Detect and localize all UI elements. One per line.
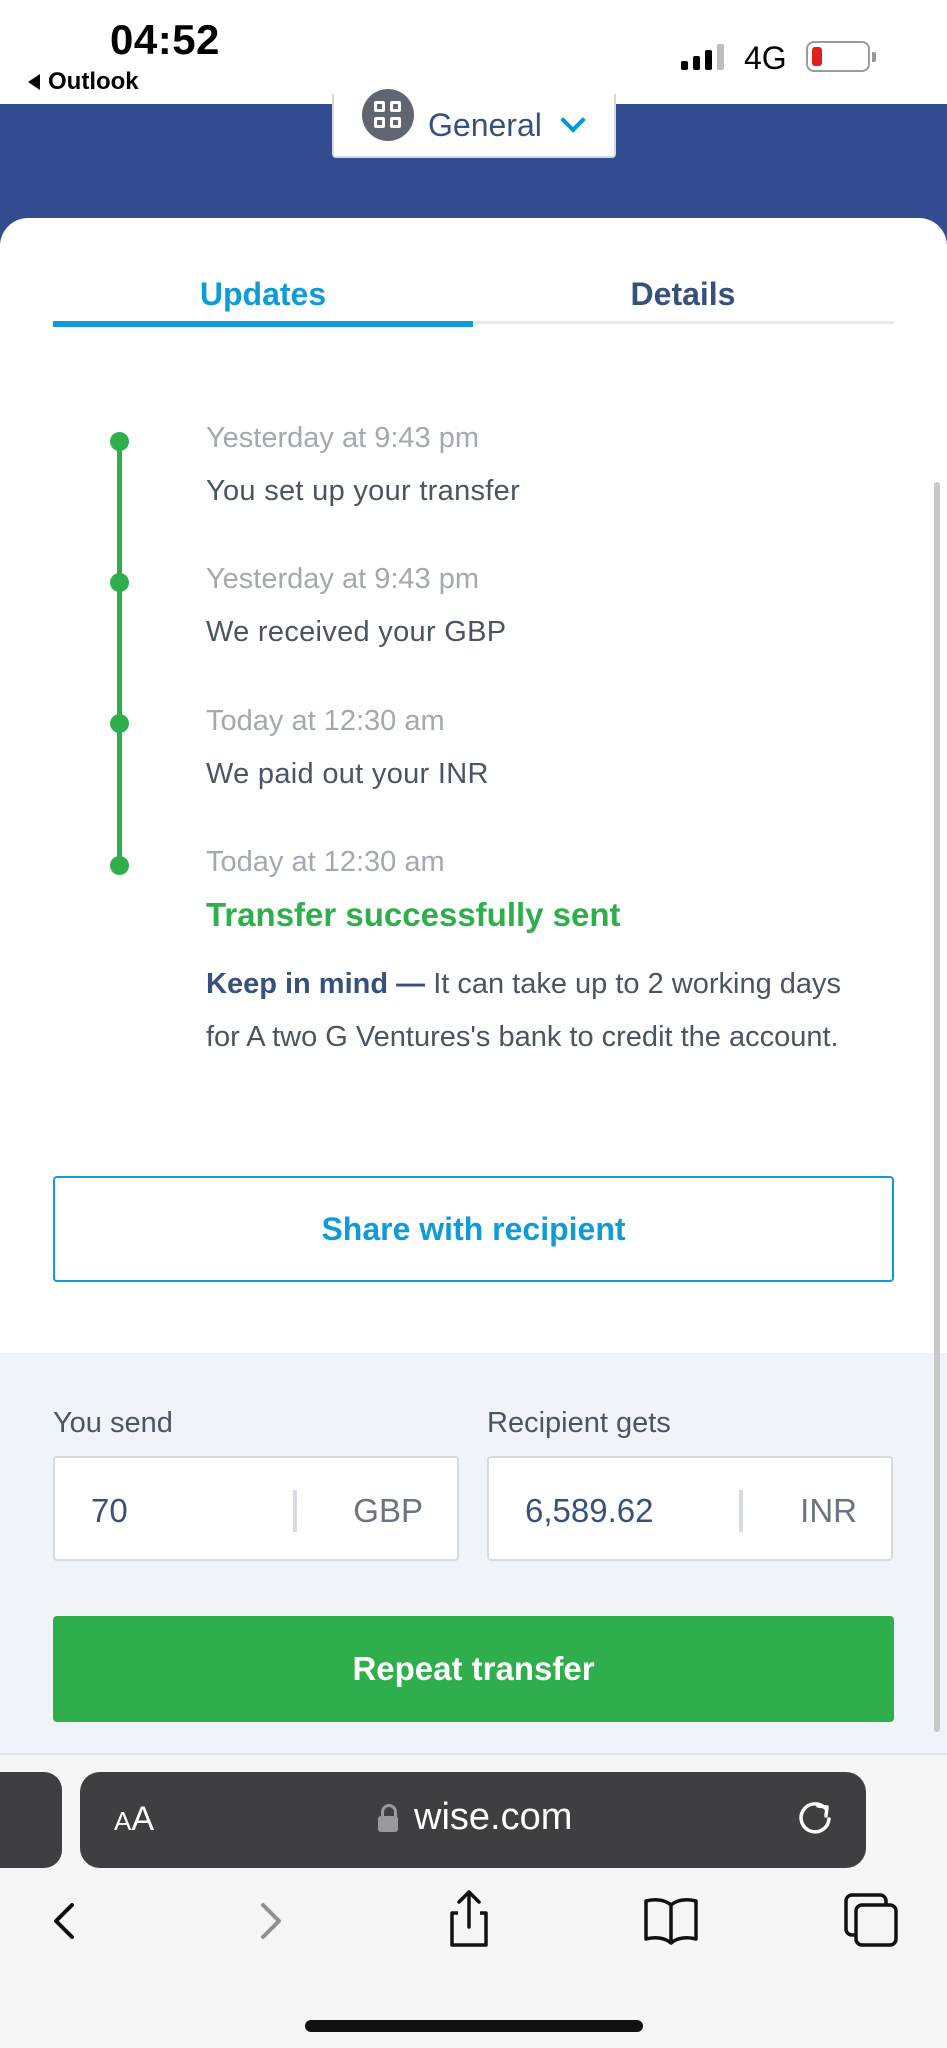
field-divider	[293, 1490, 297, 1532]
note-emphasis: Keep in mind —	[206, 968, 426, 1000]
receive-amount-field[interactable]: 6,589.62 INR	[487, 1456, 893, 1561]
event-time: Today at 12:30 am	[206, 846, 445, 878]
tab-updates[interactable]: Updates	[53, 248, 473, 327]
timeline-dot	[110, 714, 129, 733]
bookmarks-icon[interactable]	[636, 1885, 706, 1955]
tabs-icon[interactable]	[838, 1885, 908, 1955]
field-divider	[739, 1490, 743, 1532]
reload-icon[interactable]	[794, 1798, 836, 1840]
recipient-gets-label: Recipient gets	[487, 1407, 671, 1439]
send-amount-field[interactable]: 70 GBP	[53, 1456, 459, 1561]
battery-icon	[806, 41, 876, 72]
chevron-down-icon	[560, 107, 586, 133]
status-bar: 04:52 Outlook 4G	[0, 0, 947, 104]
event-text: We received your GBP	[206, 616, 507, 648]
category-label: General	[428, 106, 542, 143]
home-indicator[interactable]	[305, 2020, 643, 2032]
event-text: You set up your transfer	[206, 475, 521, 507]
timeline-dot	[110, 432, 129, 451]
back-icon[interactable]	[30, 1885, 100, 1955]
timeline-dot	[110, 573, 129, 592]
signal-icon	[681, 44, 724, 70]
forward-icon[interactable]	[235, 1885, 305, 1955]
network-type: 4G	[744, 40, 787, 76]
tab-details[interactable]: Details	[473, 248, 893, 324]
back-to-app-link[interactable]: Outlook	[28, 68, 139, 96]
grid-icon	[362, 89, 414, 141]
keep-in-mind-note: Keep in mind — It can take up to 2 worki…	[206, 958, 866, 1064]
event-text: We paid out your INR	[206, 758, 489, 790]
previous-tab[interactable]	[0, 1772, 62, 1868]
tab-bar: Updates Details	[53, 248, 894, 327]
url-text: wise.com	[414, 1796, 573, 1838]
back-triangle-icon	[28, 74, 40, 90]
event-time: Yesterday at 9:43 pm	[206, 563, 479, 595]
text-size-button[interactable]: AA	[114, 1800, 154, 1839]
timeline-dot	[110, 856, 129, 875]
browser-toolbar: AA wise.com	[0, 1755, 947, 2048]
repeat-transfer-button[interactable]: Repeat transfer	[53, 1616, 894, 1722]
receive-amount: 6,589.62	[525, 1492, 654, 1529]
transfer-status: Transfer successfully sent	[206, 896, 621, 933]
scrollbar[interactable]	[934, 482, 940, 1732]
browser-nav	[0, 1885, 947, 1971]
clock: 04:52	[110, 16, 220, 63]
category-dropdown[interactable]: General	[332, 89, 616, 158]
event-time: Today at 12:30 am	[206, 705, 445, 737]
address-bar[interactable]: AA wise.com	[80, 1772, 866, 1868]
you-send-label: You send	[53, 1407, 173, 1439]
timeline-line	[117, 441, 122, 865]
send-amount: 70	[91, 1492, 128, 1529]
send-currency[interactable]: GBP	[353, 1492, 423, 1530]
back-app-label: Outlook	[48, 68, 139, 95]
share-with-recipient-button[interactable]: Share with recipient	[53, 1176, 894, 1282]
share-icon[interactable]	[434, 1885, 504, 1955]
receive-currency[interactable]: INR	[800, 1492, 857, 1530]
lock-icon	[378, 1804, 398, 1832]
event-time: Yesterday at 9:43 pm	[206, 422, 479, 454]
transfer-card: Updates Details Yesterday at 9:43 pm You…	[0, 218, 947, 1353]
repeat-transfer-panel: You send 70 GBP Recipient gets 6,589.62 …	[0, 1353, 947, 1755]
